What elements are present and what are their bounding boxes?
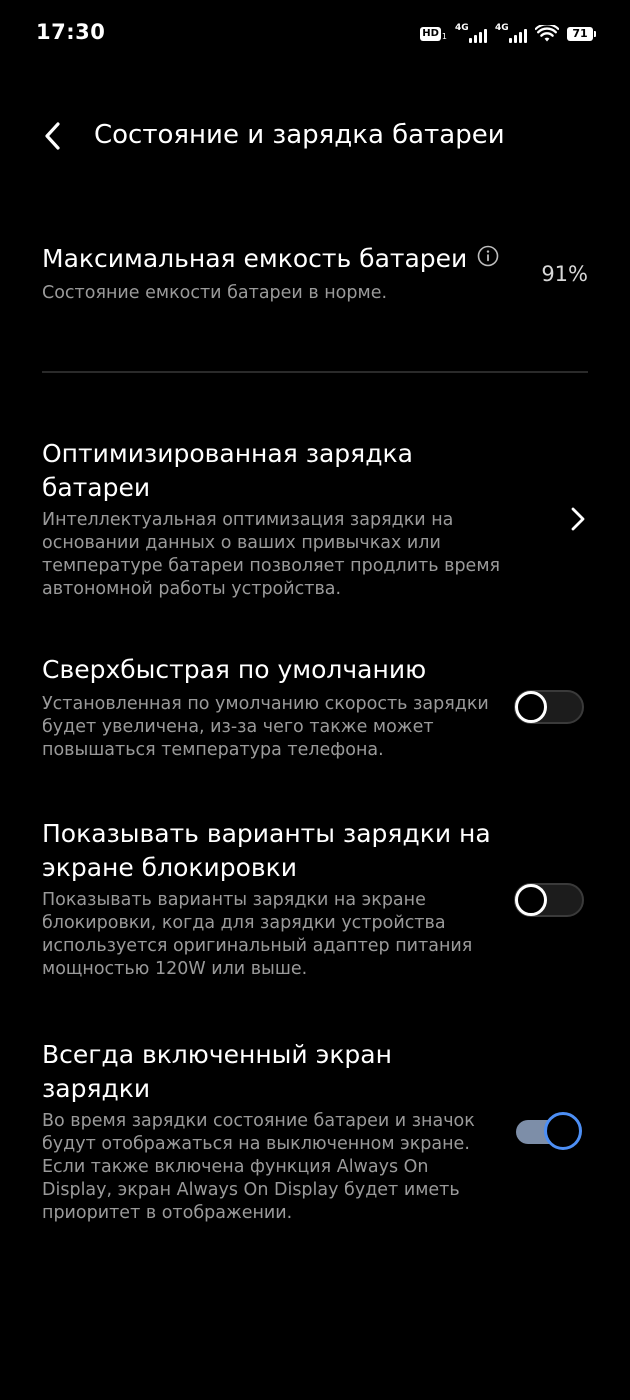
max-capacity-description: Состояние емкости батареи в норме. — [42, 283, 388, 303]
page-title: Состояние и зарядка батареи — [94, 120, 505, 150]
wifi-icon — [535, 25, 559, 42]
signal-icon-sim1: 4G — [455, 23, 487, 45]
optimized-charging-title: Оптимизированная зарядка батареи — [42, 439, 413, 502]
network-type-label: 4G — [495, 23, 509, 33]
battery-icon: 71 — [567, 27, 596, 41]
always-on-charging-row: Всегда включенный экран зарядки Во время… — [42, 1038, 488, 1225]
max-capacity-row: Максимальная емкость батареи Состояние е… — [42, 242, 512, 305]
status-icons: HD 1 4G 4G 71 — [420, 22, 596, 46]
network-type-label: 4G — [455, 23, 469, 33]
optimized-charging-row[interactable]: Оптимизированная зарядка батареи Интелле… — [42, 437, 522, 601]
always-on-charging-title: Всегда включенный экран зарядки — [42, 1040, 392, 1103]
superfast-default-row: Сверхбыстрая по умолчанию Установленная … — [42, 653, 492, 762]
status-bar: 17:30 HD 1 4G 4G 71 — [0, 0, 630, 68]
max-capacity-title: Максимальная емкость батареи — [42, 244, 468, 273]
header: Состояние и зарядка батареи — [0, 100, 630, 172]
superfast-default-description: Установленная по умолчанию скорость заря… — [42, 694, 489, 760]
back-button[interactable] — [30, 114, 74, 158]
battery-level: 71 — [567, 27, 593, 41]
superfast-default-toggle[interactable] — [514, 690, 584, 724]
always-on-charging-toggle[interactable] — [514, 1112, 584, 1150]
status-time: 17:30 — [36, 20, 106, 44]
lockscreen-options-description: Показывать варианты зарядки на экране бл… — [42, 890, 473, 979]
superfast-default-title: Сверхбыстрая по умолчанию — [42, 655, 427, 684]
hd-icon: HD 1 — [420, 27, 447, 41]
lockscreen-options-row: Показывать варианты зарядки на экране бл… — [42, 817, 492, 981]
always-on-charging-description: Во время зарядки состояние батареи и зна… — [42, 1111, 475, 1223]
chevron-right-icon[interactable] — [566, 505, 590, 533]
info-icon[interactable] — [477, 245, 499, 267]
signal-icon-sim2: 4G — [495, 23, 527, 45]
back-arrow-icon — [45, 122, 60, 150]
hd-sub-label: 1 — [441, 32, 447, 41]
max-capacity-value: 91% — [541, 262, 588, 286]
lockscreen-options-title: Показывать варианты зарядки на экране бл… — [42, 819, 491, 882]
optimized-charging-description: Интеллектуальная оптимизация зарядки на … — [42, 510, 501, 599]
divider — [42, 371, 588, 373]
lockscreen-options-toggle[interactable] — [514, 883, 584, 917]
hd-label: HD — [420, 27, 441, 41]
